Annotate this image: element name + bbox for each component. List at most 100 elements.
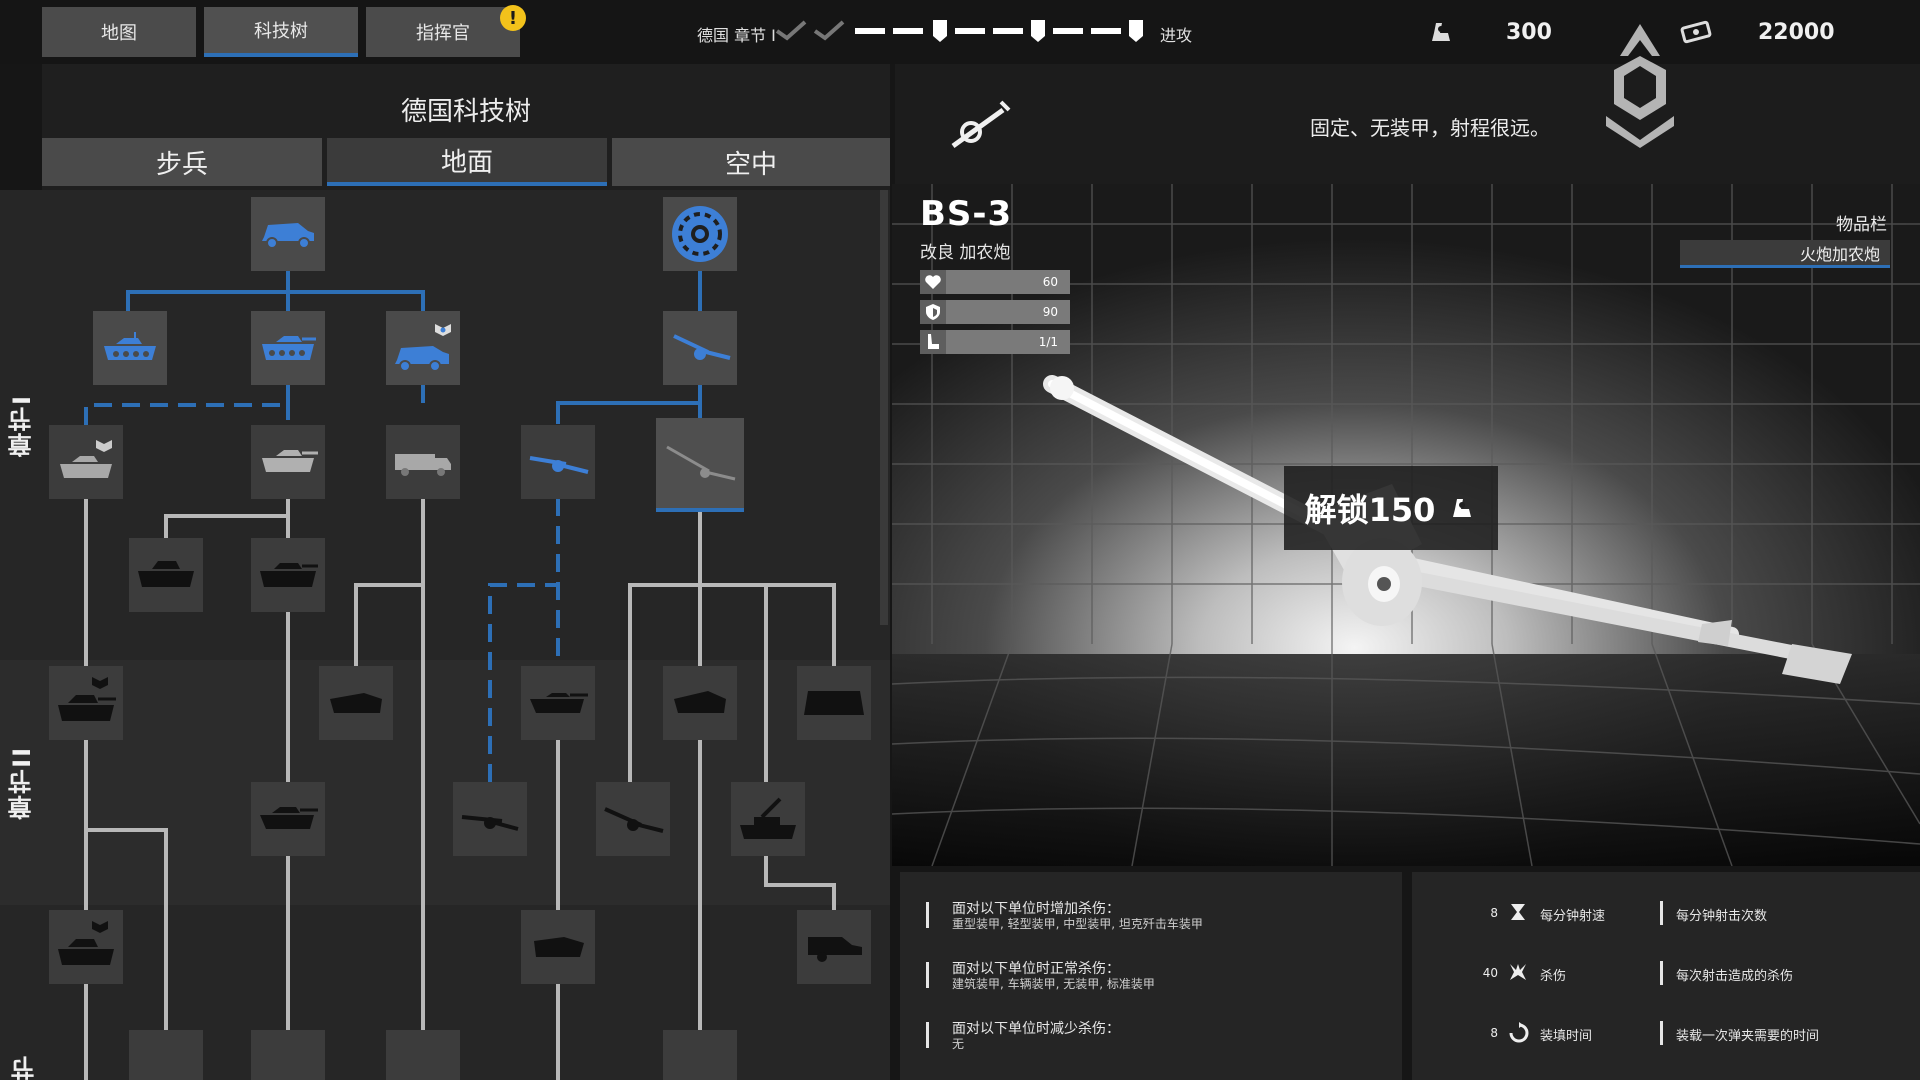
armored-car-icon: [262, 223, 314, 249]
unlock-button[interactable]: 解锁150: [1284, 466, 1498, 550]
tree-node-row8-a[interactable]: [129, 1030, 203, 1080]
spec-fire-rate-divider: [1660, 901, 1663, 925]
tree-node-truck-locked[interactable]: [386, 425, 460, 499]
spec-reload-label: 装填时间: [1540, 1029, 1593, 1044]
unit-description: 固定、无装甲，射程很远。: [1310, 116, 1550, 140]
tree-node-row8-c[interactable]: [386, 1030, 460, 1080]
tree-node-row8-d[interactable]: [663, 1030, 737, 1080]
tree-node-row8-b[interactable]: [251, 1030, 325, 1080]
seat-icon: [928, 334, 939, 349]
shield-icon: [926, 304, 940, 320]
spec-damage-divider: [1660, 961, 1663, 985]
command-points-icon: [1453, 499, 1472, 517]
spg-silhouette-icon: [530, 693, 588, 713]
tree-node-spg-a[interactable]: [319, 666, 393, 740]
spec-damage: 40 杀伤 每次射击造成的杀伤: [1460, 958, 1900, 988]
tree-node-tank-destroyer[interactable]: [251, 538, 325, 612]
truck-icon: [395, 454, 451, 476]
damage-normal-bar: [926, 962, 929, 988]
tree-node-spg-c[interactable]: [663, 666, 737, 740]
bunker-silhouette-icon: [804, 691, 864, 715]
cannon-icon: [951, 100, 1011, 149]
spec-reload-desc: 装载一次弹夹需要的时间: [1676, 1029, 1820, 1044]
tree-node-bunker[interactable]: [797, 666, 871, 740]
spec-reload-value: 8: [1490, 1026, 1498, 1040]
gun-silhouette-icon: [461, 815, 519, 831]
damage-reduced-detail: 无: [952, 1037, 965, 1051]
stat-crew: 1/1: [920, 330, 1070, 354]
halftrack-icon: [395, 324, 451, 372]
cannon-icon: [666, 445, 736, 481]
tree-node-assault-gun[interactable]: [521, 910, 595, 984]
tree-node-spg-b[interactable]: [521, 666, 595, 740]
damage-increased-detail: 重型装甲, 轻型装甲, 中型装甲, 坦克歼击车装甲: [952, 917, 1203, 931]
stat-armor: 90: [920, 300, 1070, 324]
spg-silhouette-icon: [534, 937, 584, 957]
spec-fire-rate-label: 每分钟射速: [1540, 909, 1606, 924]
unit-name: BS-3: [920, 194, 1013, 234]
tree-node-tank-hq-locked[interactable]: [49, 425, 123, 499]
damage-normal-detail: 建筑装甲, 车辆装甲, 无装甲, 标准装甲: [952, 977, 1155, 991]
spec-fire-rate-desc: 每分钟射击次数: [1676, 909, 1768, 924]
tree-node-light-tank-b[interactable]: [251, 311, 325, 385]
tank-icon: [262, 336, 316, 360]
tree-node-anti-tank-gun[interactable]: [453, 782, 527, 856]
tank-silhouette-icon: [58, 677, 116, 721]
tank-icon: [104, 332, 156, 360]
sp-artillery-silhouette-icon: [740, 797, 796, 839]
tree-node-field-gun[interactable]: [663, 311, 737, 385]
explosion-icon: [1510, 964, 1526, 980]
tree-node-medium-tank[interactable]: [251, 425, 325, 499]
tree-node-command-heavy[interactable]: [49, 910, 123, 984]
spec-reload: 8 装填时间 装载一次弹夹需要的时间: [1460, 1018, 1900, 1048]
tree-node-armored-car[interactable]: [251, 197, 325, 271]
tank-silhouette-icon: [260, 807, 318, 829]
screen: 地图 科技树 指挥官 ! 德国 章节 I 进攻 300 22000 德国科技树 …: [0, 0, 1920, 1080]
rocket-silhouette-icon: [808, 937, 862, 962]
tank-silhouette-icon: [58, 921, 114, 965]
command-points-value: 300: [1506, 19, 1552, 45]
tree-node-light-gun[interactable]: [521, 425, 595, 499]
heart-icon: [925, 275, 941, 289]
stat-armor-value: 90: [1042, 305, 1058, 319]
field-gun-icon: [529, 456, 589, 474]
spec-reload-divider: [1660, 1021, 1663, 1045]
spec-damage-desc: 每次射击造成的杀伤: [1676, 969, 1794, 984]
spec-fire-rate: 8 每分钟射速 每分钟射击次数: [1460, 898, 1900, 928]
spg-silhouette-icon: [674, 691, 726, 713]
tree-node-halftrack[interactable]: [386, 311, 460, 385]
watermark-logo: [1606, 24, 1674, 148]
spec-damage-value: 40: [1482, 966, 1498, 980]
stat-health: 60: [920, 270, 1070, 294]
attack-label: 进攻: [1160, 26, 1193, 45]
stat-crew-value: 1/1: [1038, 335, 1058, 349]
tree-node-bs3-selected[interactable]: [656, 418, 744, 512]
tree-node-late-tank[interactable]: [251, 782, 325, 856]
hourglass-icon: [1511, 904, 1525, 920]
tree-node-heavy-tank[interactable]: [129, 538, 203, 612]
unit-class: 改良 加农炮: [920, 243, 1011, 263]
reload-icon: [1509, 1022, 1529, 1043]
spec-damage-label: 杀伤: [1540, 969, 1567, 984]
damage-reduced-bar: [926, 1022, 929, 1048]
tank-silhouette-icon: [138, 561, 194, 587]
spg-silhouette-icon: [330, 693, 382, 713]
gun-silhouette-icon: [604, 807, 664, 833]
stat-health-value: 60: [1042, 275, 1058, 289]
tree-node-rocket[interactable]: [797, 910, 871, 984]
tree-node-light-tank-a[interactable]: [93, 311, 167, 385]
unlock-label: 解锁150: [1304, 491, 1436, 529]
tree-node-artillery-root[interactable]: [663, 197, 737, 271]
tank-icon: [262, 450, 318, 472]
tank-silhouette-icon: [260, 563, 318, 587]
spec-fire-rate-value: 8: [1490, 906, 1498, 920]
inventory-item[interactable]: 火炮加农炮: [1680, 240, 1890, 268]
damage-reduced-title: 面对以下单位时减少杀伤：: [952, 1021, 1120, 1037]
tank-icon: [60, 440, 112, 478]
command-points-icon: [1432, 23, 1450, 41]
tree-node-sp-artillery[interactable]: [731, 782, 805, 856]
command-points: 300: [1426, 14, 1552, 50]
tree-node-howitzer[interactable]: [596, 782, 670, 856]
tree-node-command-tank[interactable]: [49, 666, 123, 740]
artillery-emblem-icon: [672, 206, 728, 262]
